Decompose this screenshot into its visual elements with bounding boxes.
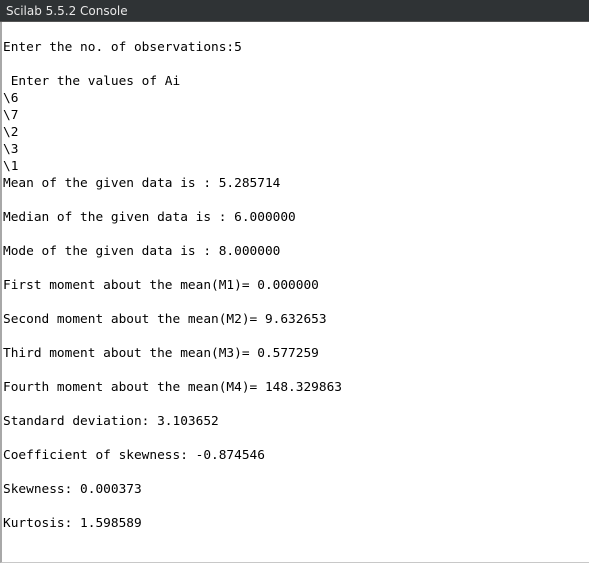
console-line: \3 bbox=[3, 142, 19, 157]
console-line: Mean of the given data is : 5.285714 bbox=[3, 176, 281, 191]
console-line: \6 bbox=[3, 91, 19, 106]
console-line: Third moment about the mean(M3)= 0.57725… bbox=[3, 346, 319, 361]
console-line: Coefficient of skewness: -0.874546 bbox=[3, 448, 265, 463]
console-line: First moment about the mean(M1)= 0.00000… bbox=[3, 278, 319, 293]
console-line: \7 bbox=[3, 108, 19, 123]
console-line: \1 bbox=[3, 159, 19, 174]
console-line: Second moment about the mean(M2)= 9.6326… bbox=[3, 312, 327, 327]
console-line: Enter the values of Ai bbox=[3, 74, 181, 89]
console-line: Kurtosis: 1.598589 bbox=[3, 516, 142, 531]
console-line: \2 bbox=[3, 125, 19, 140]
console-line: Standard deviation: 3.103652 bbox=[3, 414, 219, 429]
window-title: Scilab 5.5.2 Console bbox=[6, 4, 128, 18]
console-line: Fourth moment about the mean(M4)= 148.32… bbox=[3, 380, 342, 395]
console-line: Mode of the given data is : 8.000000 bbox=[3, 244, 281, 259]
window-title-bar: Scilab 5.5.2 Console bbox=[0, 0, 589, 22]
console-line: Median of the given data is : 6.000000 bbox=[3, 210, 296, 225]
console-line: Enter the no. of observations:5 bbox=[3, 40, 242, 55]
console-line: Skewness: 0.000373 bbox=[3, 482, 142, 497]
console-output[interactable]: Enter the no. of observations:5 Enter th… bbox=[0, 22, 589, 563]
